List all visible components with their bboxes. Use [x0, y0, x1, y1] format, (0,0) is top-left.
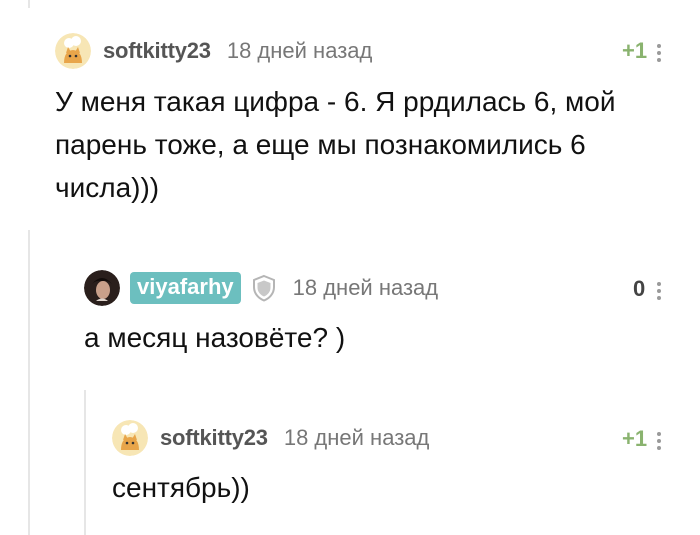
- username[interactable]: softkitty23: [160, 425, 268, 451]
- comment-time[interactable]: 18 дней назад: [284, 425, 430, 451]
- avatar[interactable]: [84, 270, 120, 306]
- username[interactable]: softkitty23: [103, 38, 211, 64]
- cat-avatar-icon[interactable]: [112, 420, 148, 456]
- more-vertical-icon[interactable]: [657, 429, 663, 453]
- cat-avatar-icon[interactable]: [55, 33, 91, 69]
- comment-text-line: а месяц назовёте? ): [84, 322, 346, 353]
- comment: viyafarhy 18 дней назад 0 а месяц назовё…: [0, 250, 700, 390]
- comment-rating: 0: [633, 276, 646, 301]
- comment-header: softkitty23 18 дней назад: [55, 33, 372, 69]
- comment-header: viyafarhy 18 дней назад: [84, 270, 438, 306]
- shield-icon: [251, 274, 277, 302]
- comment-text-line: числа))): [55, 172, 160, 203]
- comment-rating: +1: [622, 38, 648, 63]
- comment-text: У меня такая цифра - 6. Я ррдилась 6, мо…: [55, 80, 615, 209]
- comment-text-line: сентябрь)): [112, 472, 250, 503]
- comment-rating: +1: [622, 426, 648, 451]
- more-vertical-icon[interactable]: [657, 41, 663, 65]
- comment-header: softkitty23 18 дней назад: [112, 420, 429, 456]
- comment-text: сентябрь)): [112, 466, 250, 509]
- comment-time[interactable]: 18 дней назад: [227, 38, 373, 64]
- username[interactable]: viyafarhy: [130, 272, 241, 304]
- comment-text-line: У меня такая цифра - 6. Я ррдилась 6, мо…: [55, 86, 616, 117]
- comment-text: а месяц назовёте? ): [84, 316, 345, 359]
- comment: softkitty23 18 дней назад +1 У меня така…: [0, 0, 700, 230]
- comment: softkitty23 18 дней назад +1 сентябрь)): [0, 400, 700, 535]
- more-vertical-icon[interactable]: [657, 279, 663, 303]
- comment-time[interactable]: 18 дней назад: [293, 275, 439, 301]
- comment-text-line: парень тоже, а еще мы познакомились 6: [55, 129, 586, 160]
